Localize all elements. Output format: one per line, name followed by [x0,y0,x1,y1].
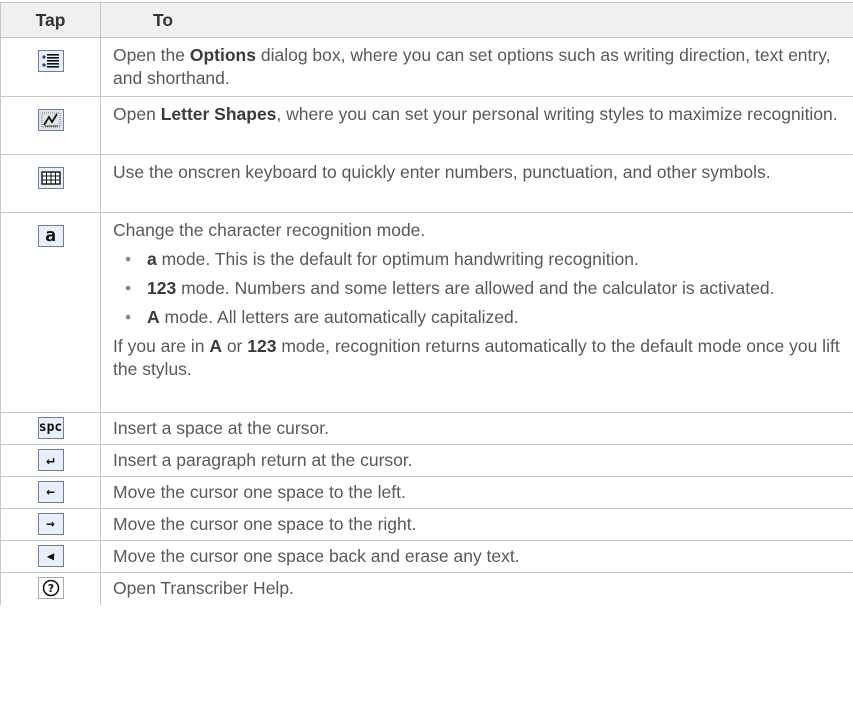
table-row: ◀ Move the cursor one space back and era… [0,540,853,573]
table-row: a Change the character recognition mode.… [0,212,853,413]
row-description: Insert a paragraph return at the cursor. [100,444,853,477]
table-header-row: Tap To [0,2,853,38]
row-description: Open the Options dialog box, where you c… [100,37,853,97]
row-description: Change the character recognition mode. a… [100,212,853,413]
list-item: A mode. All letters are automatically ca… [125,306,841,329]
header-tap: Tap [0,2,101,38]
backspace-icon: ◀ [37,545,64,567]
table-row: spc Insert a space at the cursor. [0,412,853,445]
list-item: a mode. This is the default for optimum … [125,248,841,271]
return-icon: ↵ [37,449,64,471]
header-to: To [100,2,853,38]
right-arrow-icon: → [37,513,64,535]
keyboard-icon [37,167,64,189]
row-description: Insert a space at the cursor. [100,412,853,445]
table-row: ↵ Insert a paragraph return at the curso… [0,444,853,477]
row-description: Open Transcriber Help. [100,572,853,605]
list-item: 123 mode. Numbers and some letters are a… [125,277,841,300]
options-icon [37,50,64,72]
recognition-mode-icon: a [37,225,64,247]
svg-text:?: ? [47,582,53,595]
help-icon: ? [37,577,64,599]
table-row: ? Open Transcriber Help. [0,572,853,605]
table-row: Use the onscren keyboard to quickly ente… [0,154,853,213]
table-row: Open the Options dialog box, where you c… [0,37,853,97]
row-description: Move the cursor one space back and erase… [100,540,853,573]
space-icon: spc [37,417,64,439]
table-row: → Move the cursor one space to the right… [0,508,853,541]
mode-list: a mode. This is the default for optimum … [113,248,841,329]
transcriber-toolbar-table: Tap To Open the Options dialog box, wher… [0,2,853,605]
table-row: Open Letter Shapes, where you can set yo… [0,96,853,155]
table-row: ← Move the cursor one space to the left. [0,476,853,509]
letter-shapes-icon [37,109,64,131]
row-description: Use the onscren keyboard to quickly ente… [100,154,853,213]
row-description: Open Letter Shapes, where you can set yo… [100,96,853,155]
row-description: Move the cursor one space to the right. [100,508,853,541]
row-description: Move the cursor one space to the left. [100,476,853,509]
left-arrow-icon: ← [37,481,64,503]
